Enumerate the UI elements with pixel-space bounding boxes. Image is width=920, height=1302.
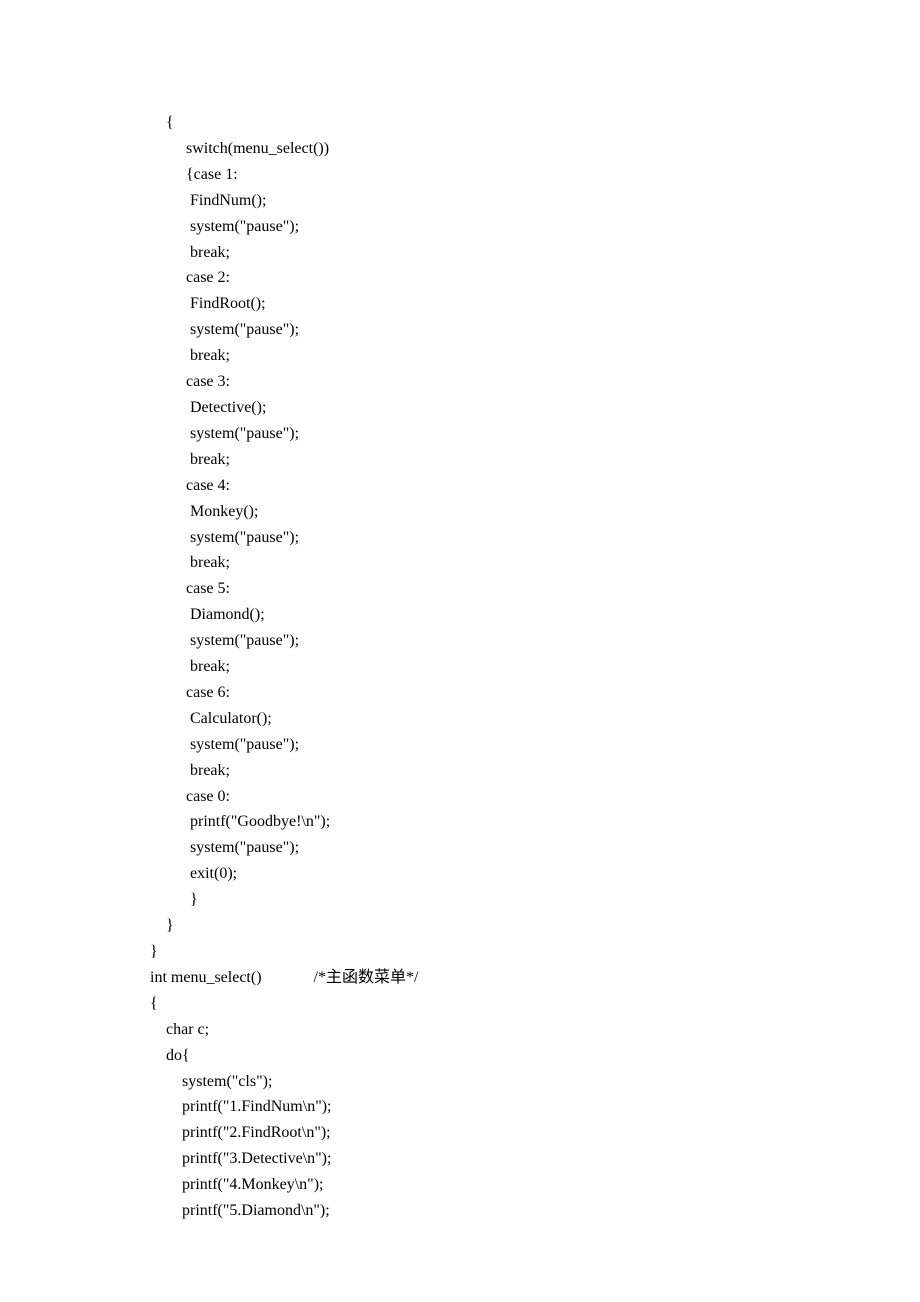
code-line: case 4: [150, 473, 870, 499]
code-line: break; [150, 343, 870, 369]
code-line: system("pause"); [150, 628, 870, 654]
code-line: {case 1: [150, 162, 870, 188]
code-line: exit(0); [150, 861, 870, 887]
code-line: Diamond(); [150, 602, 870, 628]
code-line: break; [150, 447, 870, 473]
code-line: printf("5.Diamond\n"); [150, 1198, 870, 1224]
code-line: } [150, 887, 870, 913]
code-line: case 0: [150, 784, 870, 810]
code-line: printf("Goodbye!\n"); [150, 809, 870, 835]
comment-cjk: 主函数菜单 [326, 969, 406, 986]
code-line: case 3: [150, 369, 870, 395]
code-line: system("pause"); [150, 317, 870, 343]
code-line: system("pause"); [150, 732, 870, 758]
code-line: Calculator(); [150, 706, 870, 732]
code-line: do{ [150, 1043, 870, 1069]
code-line: case 6: [150, 680, 870, 706]
code-line: system("cls"); [150, 1069, 870, 1095]
code-line: break; [150, 550, 870, 576]
code-line: system("pause"); [150, 525, 870, 551]
code-line: printf("4.Monkey\n"); [150, 1172, 870, 1198]
code-line: FindRoot(); [150, 291, 870, 317]
code-line: system("pause"); [150, 214, 870, 240]
code-text: int menu_select() /* [150, 969, 326, 986]
code-line: case 2: [150, 265, 870, 291]
code-line: case 5: [150, 576, 870, 602]
code-line: switch(menu_select()) [150, 136, 870, 162]
code-line: Detective(); [150, 395, 870, 421]
code-line: break; [150, 758, 870, 784]
code-line: Monkey(); [150, 499, 870, 525]
code-line: break; [150, 654, 870, 680]
code-line: char c; [150, 1017, 870, 1043]
code-line: system("pause"); [150, 421, 870, 447]
code-document: { switch(menu_select()) {case 1: FindNum… [0, 0, 920, 1284]
code-text: */ [406, 969, 418, 986]
code-line: } [150, 913, 870, 939]
code-line: FindNum(); [150, 188, 870, 214]
code-line: break; [150, 240, 870, 266]
code-line: } [150, 939, 870, 965]
code-line: { [150, 991, 870, 1017]
code-line: printf("2.FindRoot\n"); [150, 1120, 870, 1146]
code-line: printf("3.Detective\n"); [150, 1146, 870, 1172]
code-line: { [150, 110, 870, 136]
code-line: printf("1.FindNum\n"); [150, 1094, 870, 1120]
code-line: system("pause"); [150, 835, 870, 861]
code-line: int menu_select() /*主函数菜单*/ [150, 965, 870, 991]
